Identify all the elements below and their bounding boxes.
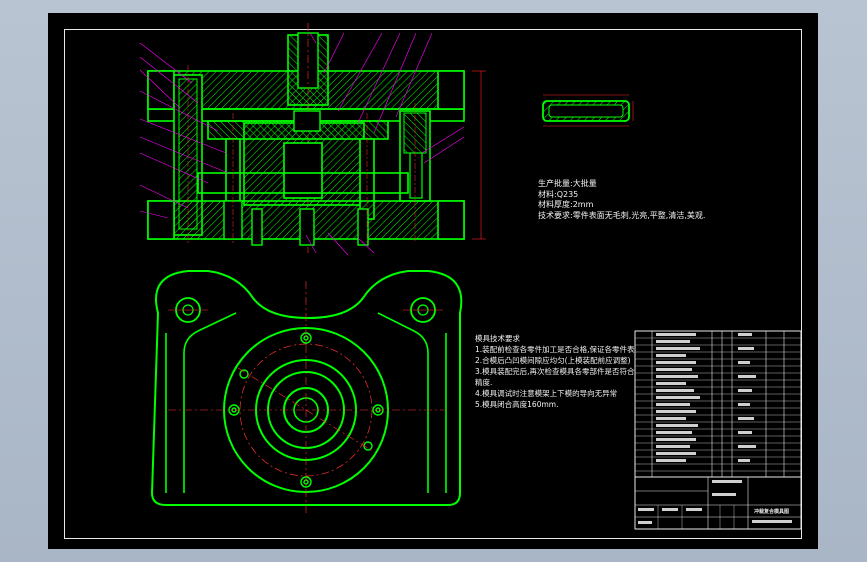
tech-item-3b: 精度. xyxy=(475,378,493,387)
plan-view xyxy=(150,270,463,513)
front-section-view xyxy=(139,23,486,256)
tech-item-2: 2.合模后凸凹模间隙应均匀(上模装配前应调整) xyxy=(475,356,631,365)
cad-drawing xyxy=(139,23,802,530)
note-tech: 技术要求:零件表面无毛刺,光亮,平整,清洁,美观. xyxy=(538,210,706,220)
tech-item-4: 4.模具调试时注意模架上下模的导向无异常 xyxy=(475,389,618,398)
title-block xyxy=(634,476,802,530)
tech-heading: 模具技术要求 xyxy=(475,334,520,343)
tech-item-1: 1.装配前检查各零件加工是否合格,保证各零件表面 xyxy=(475,345,635,354)
note-thickness: 材料厚度:2mm xyxy=(538,200,594,209)
title-block-title: 冲裁复合模具图 xyxy=(754,509,790,515)
parts-list-table xyxy=(634,330,802,478)
tech-item-3: 3.模具装配完后,再次检查模具各零部件是否符合要求 xyxy=(475,367,635,376)
tech-requirements: 模具技术要求 1.装配前检查各零件加工是否合格,保证各零件表面 2.合模后凸凹模… xyxy=(475,333,635,410)
part-detail-view xyxy=(542,94,634,127)
production-notes: 生产批量:大批量 材料:Q235 材料厚度:2mm 技术要求:零件表面无毛刺,光… xyxy=(538,179,705,221)
drawing-sheet: 生产批量:大批量 材料:Q235 材料厚度:2mm 技术要求:零件表面无毛刺,光… xyxy=(48,13,818,549)
tech-item-5: 5.模具闭合高度160mm. xyxy=(475,400,559,409)
note-batch: 生产批量:大批量 xyxy=(538,179,597,188)
note-material: 材料:Q235 xyxy=(538,189,579,199)
